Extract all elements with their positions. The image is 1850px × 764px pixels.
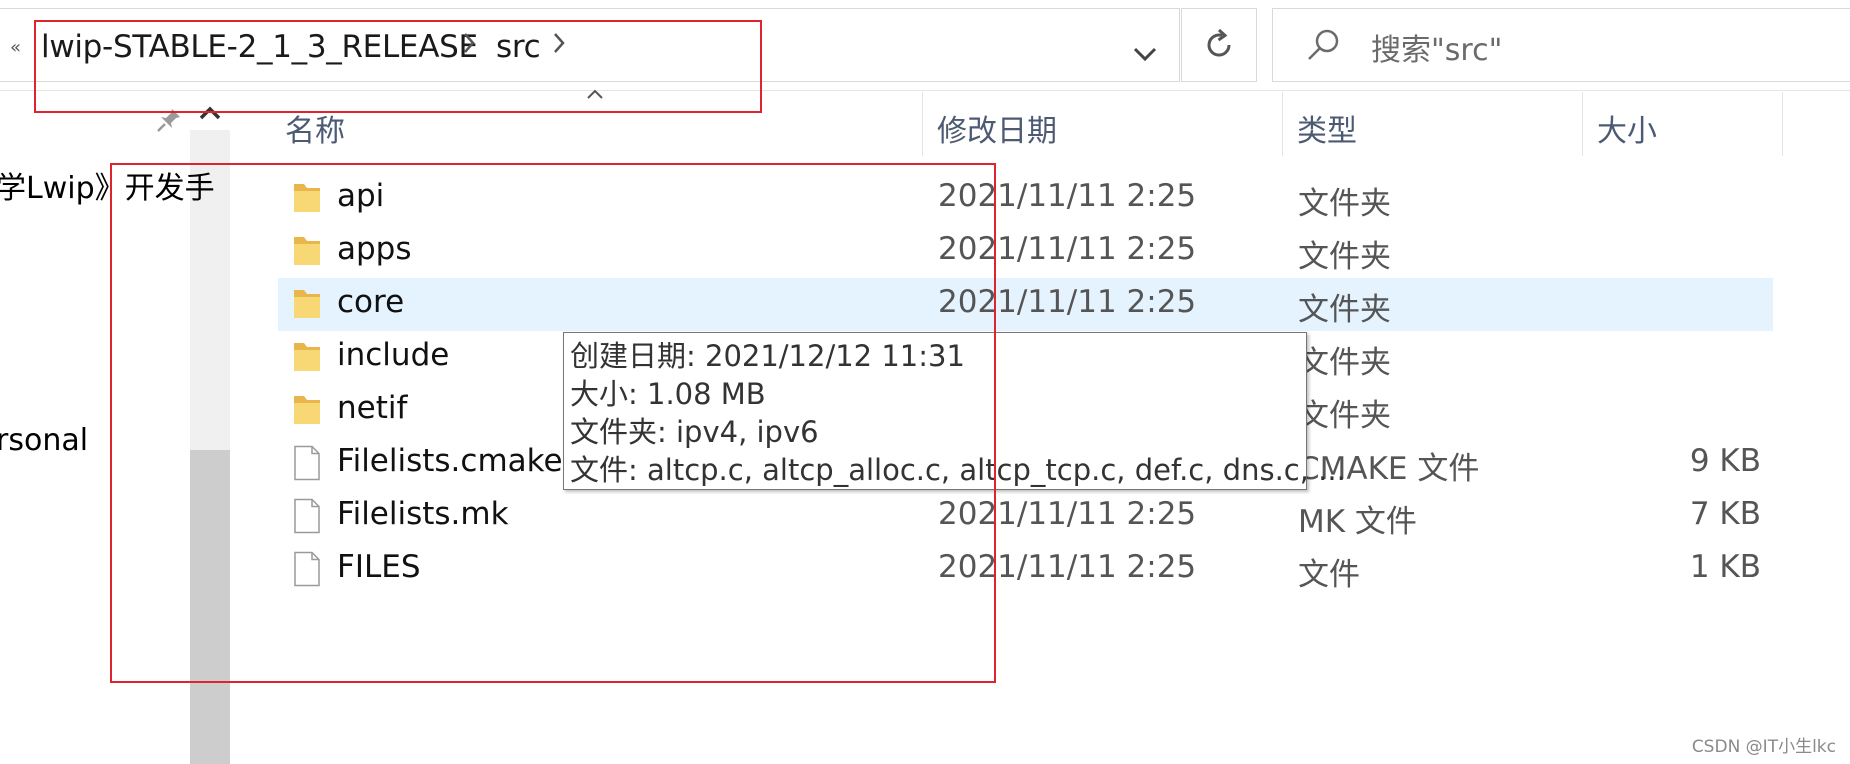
column-divider[interactable] xyxy=(922,92,923,156)
column-header-modified[interactable]: 修改日期 xyxy=(937,106,1057,150)
file-size: 7 KB xyxy=(1689,496,1761,532)
file-type: 文件夹 xyxy=(1298,239,1391,275)
column-divider[interactable] xyxy=(1582,92,1583,156)
column-header-type[interactable]: 类型 xyxy=(1297,106,1357,150)
nav-item-personal[interactable]: rsonal xyxy=(0,423,88,458)
file-type: 文件 xyxy=(1298,557,1360,593)
refresh-icon xyxy=(1207,28,1231,57)
file-type: 文件夹 xyxy=(1298,345,1391,381)
refresh-button[interactable] xyxy=(1181,8,1257,82)
search-icon xyxy=(1308,29,1339,60)
file-size: 1 KB xyxy=(1689,549,1761,585)
search-placeholder[interactable]: 搜索"src" xyxy=(1371,25,1502,69)
file-type: 文件夹 xyxy=(1298,292,1391,328)
column-header-size[interactable]: 大小 xyxy=(1597,106,1657,150)
file-type: 文件夹 xyxy=(1298,398,1391,434)
watermark: CSDN @IT小生lkc xyxy=(1691,737,1836,757)
chevron-down-icon xyxy=(1133,47,1157,62)
column-divider[interactable] xyxy=(1782,92,1783,156)
annotation-box-files xyxy=(110,163,996,683)
file-type: 文件夹 xyxy=(1298,186,1391,222)
annotation-box-address xyxy=(34,20,762,113)
column-divider[interactable] xyxy=(1282,92,1283,156)
file-type: MK 文件 xyxy=(1298,504,1417,540)
file-size: 9 KB xyxy=(1689,443,1761,479)
search-box[interactable]: 搜索"src" xyxy=(1272,8,1850,82)
recent-locations-chevron[interactable]: « xyxy=(10,37,21,58)
address-history-dropdown[interactable] xyxy=(1110,17,1180,91)
